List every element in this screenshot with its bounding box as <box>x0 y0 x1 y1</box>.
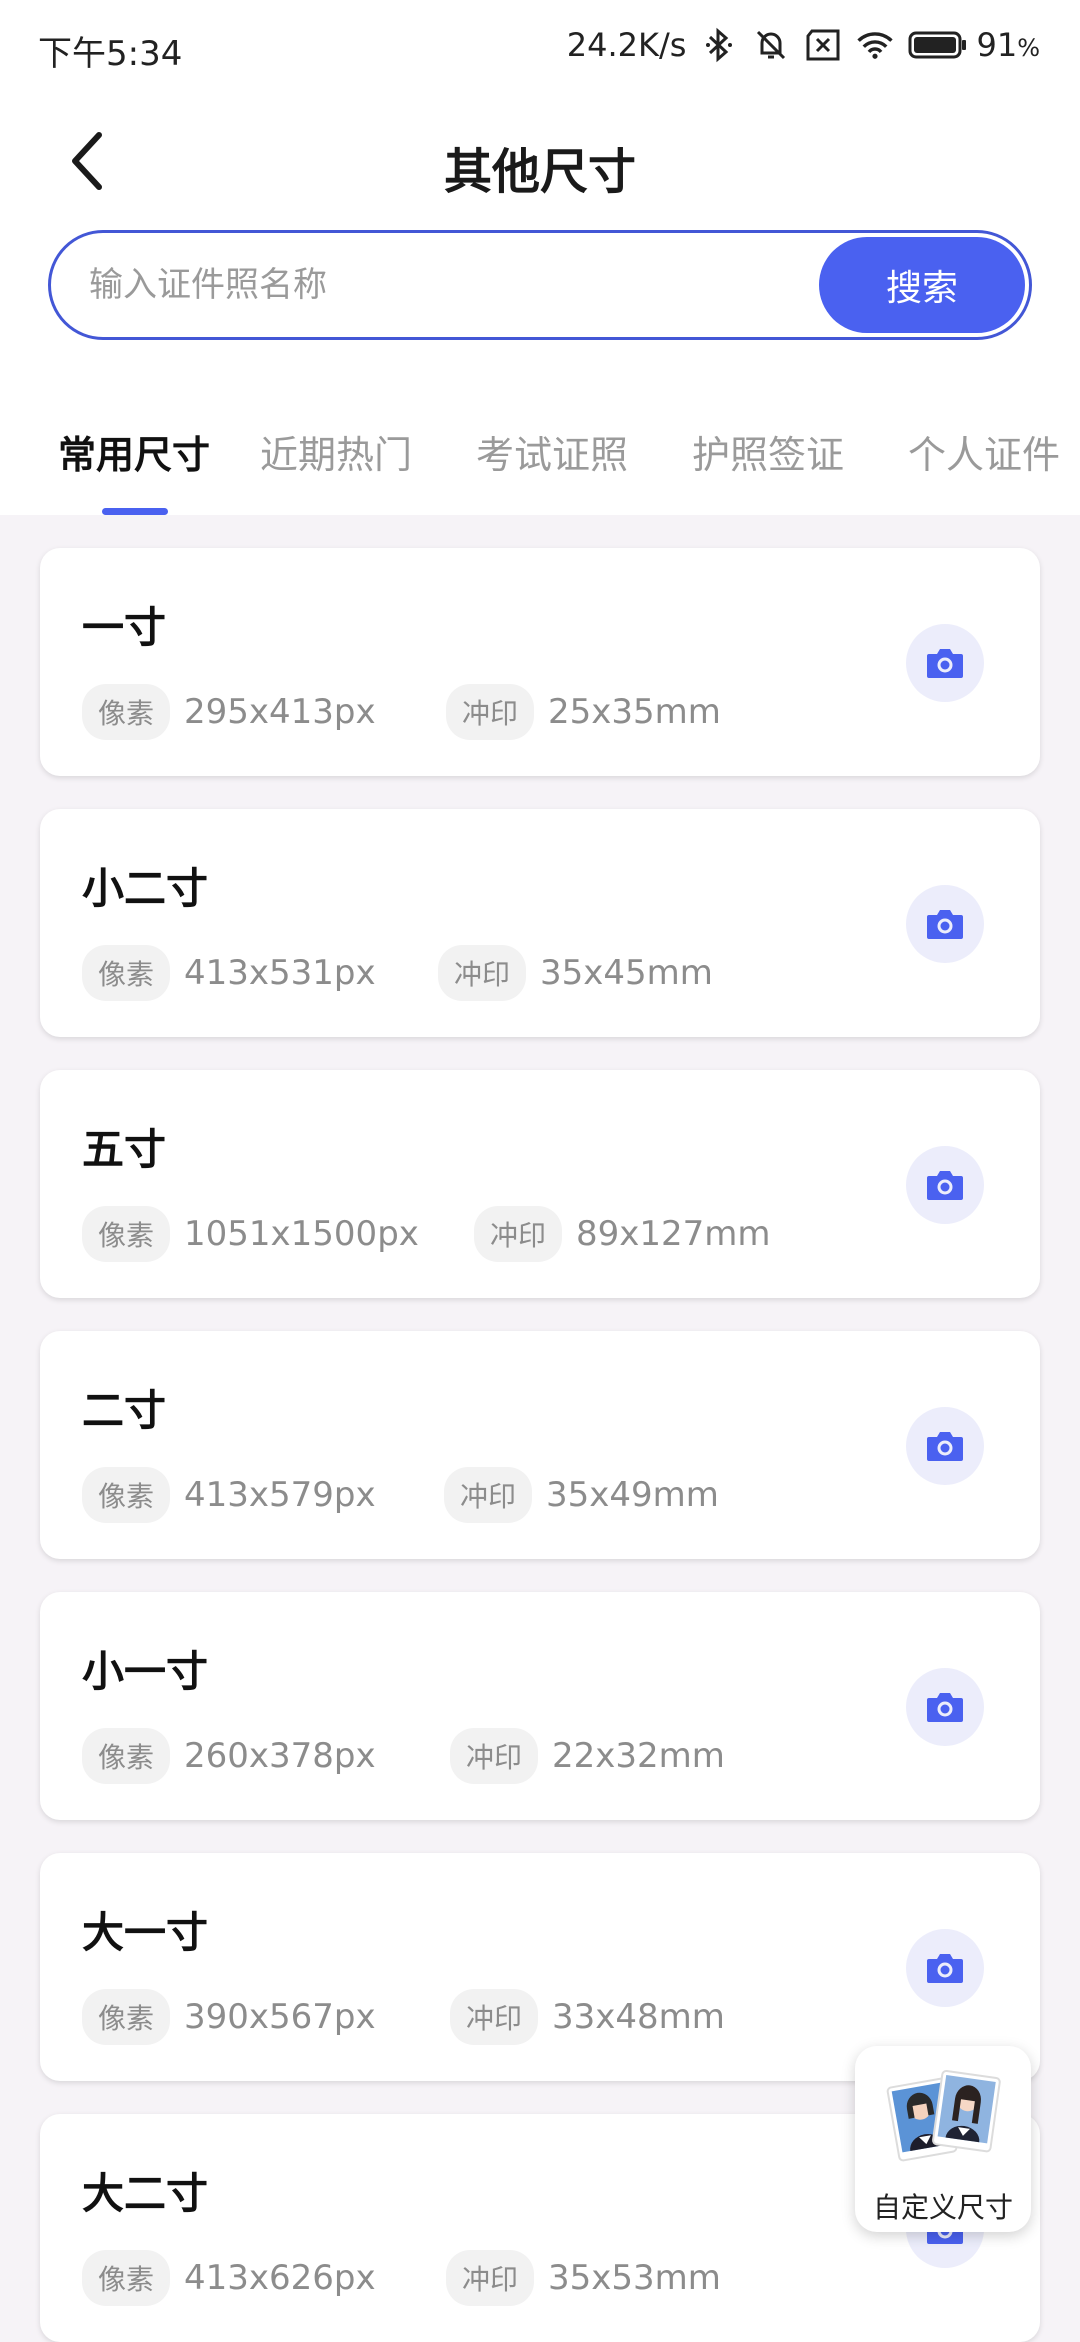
pixel-value: 260x378px <box>184 1736 376 1776</box>
battery-level: 91 <box>976 26 1018 64</box>
pixel-spec: 像素 390x567px <box>82 1989 376 2045</box>
print-spec: 冲印 35x53mm <box>446 2250 721 2306</box>
print-value: 35x49mm <box>546 1475 719 1515</box>
battery-icon <box>908 31 967 59</box>
status-time: 下午5:34 <box>38 34 183 74</box>
search-bar: 搜索 <box>48 230 1032 340</box>
custom-size-button[interactable]: 自定义尺寸 <box>855 2046 1031 2232</box>
size-card[interactable]: 小一寸 像素 260x378px 冲印 22x32mm <box>40 1592 1040 1820</box>
size-name: 五寸 <box>82 1125 167 1174</box>
pixel-spec: 像素 413x531px <box>82 945 376 1001</box>
pixel-value: 413x531px <box>184 953 376 993</box>
camera-icon <box>927 1171 963 1200</box>
camera-button[interactable] <box>906 1407 984 1485</box>
camera-button[interactable] <box>906 885 984 963</box>
camera-icon <box>927 649 963 678</box>
network-speed: 24.2K/s <box>566 26 687 64</box>
custom-size-label: 自定义尺寸 <box>872 2191 1013 2224</box>
print-tag: 冲印 <box>444 1467 533 1523</box>
battery-status: 91% <box>908 26 1040 64</box>
size-name: 一寸 <box>82 603 167 652</box>
camera-button[interactable] <box>906 1929 984 2007</box>
print-value: 35x53mm <box>548 2258 721 2298</box>
status-icons: 24.2K/s 91% <box>567 26 1040 64</box>
pixel-tag: 像素 <box>82 1728 171 1784</box>
pixel-value: 413x626px <box>184 2258 376 2298</box>
size-card[interactable]: 五寸 像素 1051x1500px 冲印 89x127mm <box>40 1070 1040 1298</box>
print-value: 35x45mm <box>540 953 713 993</box>
tab-personal-id[interactable]: 个人证件 <box>908 424 1060 479</box>
print-tag: 冲印 <box>450 1989 539 2045</box>
print-spec: 冲印 89x127mm <box>474 1206 771 1262</box>
wifi-icon <box>856 26 894 64</box>
top-section: 下午5:34 24.2K/s 91% 其他尺寸 输入证件照名称 搜索 常用尺寸 … <box>0 0 1080 515</box>
pixel-value: 390x567px <box>184 1997 376 2037</box>
tab-exam-photos[interactable]: 考试证照 <box>476 424 628 479</box>
print-tag: 冲印 <box>438 945 527 1001</box>
pixel-tag: 像素 <box>82 684 171 740</box>
print-spec: 冲印 35x49mm <box>444 1467 719 1523</box>
pixel-tag: 像素 <box>82 1467 171 1523</box>
tab-recent-hot[interactable]: 近期热门 <box>260 424 412 479</box>
size-name: 小二寸 <box>82 864 209 913</box>
print-value: 89x127mm <box>576 1214 771 1254</box>
active-tab-indicator <box>102 508 168 515</box>
camera-icon <box>927 1693 963 1722</box>
pixel-spec: 像素 413x626px <box>82 2250 376 2306</box>
size-card[interactable]: 一寸 像素 295x413px 冲印 25x35mm <box>40 548 1040 776</box>
tab-passport-visa[interactable]: 护照签证 <box>692 424 844 479</box>
camera-icon <box>927 1954 963 1983</box>
tab-common-sizes[interactable]: 常用尺寸 <box>58 424 210 479</box>
pixel-tag: 像素 <box>82 2250 171 2306</box>
print-spec: 冲印 25x35mm <box>446 684 721 740</box>
print-value: 33x48mm <box>552 1997 725 2037</box>
bluetooth-icon <box>700 26 738 64</box>
print-tag: 冲印 <box>474 1206 563 1262</box>
pixel-spec: 像素 295x413px <box>82 684 376 740</box>
mute-bell-icon <box>752 26 790 64</box>
pixel-spec: 像素 260x378px <box>82 1728 376 1784</box>
search-input[interactable] <box>89 259 809 311</box>
id-photos-icon <box>886 2070 1001 2162</box>
size-name: 小一寸 <box>82 1647 209 1696</box>
battery-unit: % <box>1017 34 1040 62</box>
pixel-tag: 像素 <box>82 945 171 1001</box>
page-title: 其他尺寸 <box>443 144 636 200</box>
camera-button[interactable] <box>906 1146 984 1224</box>
size-name: 大一寸 <box>82 1908 209 1957</box>
print-tag: 冲印 <box>446 684 535 740</box>
camera-button[interactable] <box>906 1668 984 1746</box>
print-value: 22x32mm <box>552 1736 725 1776</box>
size-name: 大二寸 <box>82 2169 209 2218</box>
pixel-tag: 像素 <box>82 1206 171 1262</box>
app-header: 其他尺寸 <box>0 110 1080 210</box>
camera-icon <box>927 910 963 939</box>
print-spec: 冲印 22x32mm <box>450 1728 725 1784</box>
sim-off-icon <box>804 26 842 64</box>
camera-icon <box>927 1432 963 1461</box>
print-spec: 冲印 35x45mm <box>438 945 713 1001</box>
print-tag: 冲印 <box>446 2250 535 2306</box>
pixel-tag: 像素 <box>82 1989 171 2045</box>
pixel-value: 295x413px <box>184 692 376 732</box>
pixel-value: 1051x1500px <box>184 1214 419 1254</box>
pixel-spec: 像素 1051x1500px <box>82 1206 419 1262</box>
size-card[interactable]: 小二寸 像素 413x531px 冲印 35x45mm <box>40 809 1040 1037</box>
print-value: 25x35mm <box>548 692 721 732</box>
pixel-spec: 像素 413x579px <box>82 1467 376 1523</box>
category-tabs: 常用尺寸 近期热门 考试证照 护照签证 个人证件 <box>0 400 1080 515</box>
print-tag: 冲印 <box>450 1728 539 1784</box>
print-spec: 冲印 33x48mm <box>450 1989 725 2045</box>
camera-button[interactable] <box>906 624 984 702</box>
pixel-value: 413x579px <box>184 1475 376 1515</box>
size-name: 二寸 <box>82 1386 167 1435</box>
size-card[interactable]: 二寸 像素 413x579px 冲印 35x49mm <box>40 1331 1040 1559</box>
search-button[interactable]: 搜索 <box>819 237 1025 333</box>
status-bar: 下午5:34 24.2K/s 91% <box>0 0 1080 100</box>
